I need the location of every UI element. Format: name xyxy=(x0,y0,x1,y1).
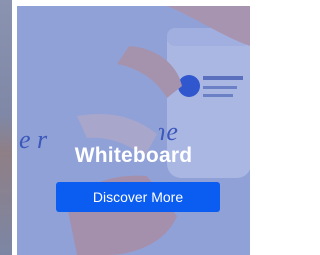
adjacent-card-edge xyxy=(0,0,12,255)
discover-more-button[interactable]: Discover More xyxy=(56,182,220,212)
banner-overlay xyxy=(17,6,250,255)
banner-title: Whiteboard xyxy=(74,144,193,167)
whiteboard-banner[interactable]: e r ɿe Whiteboard Discover More xyxy=(17,6,250,255)
